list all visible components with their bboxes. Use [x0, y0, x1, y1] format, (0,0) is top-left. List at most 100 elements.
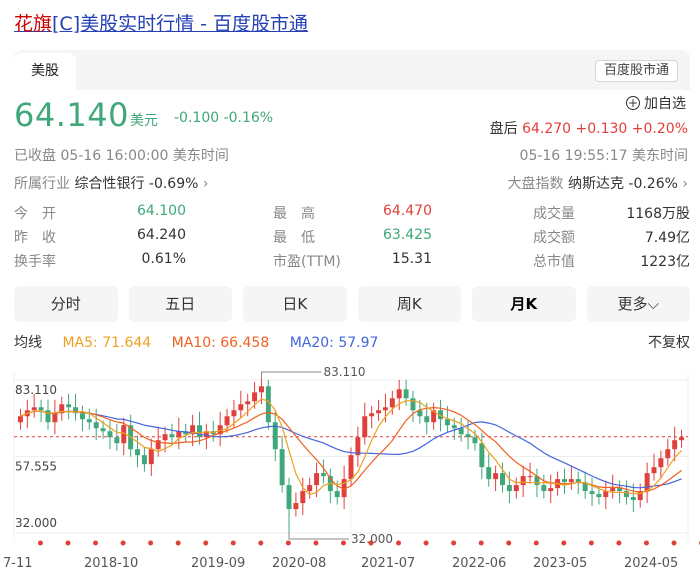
chevron-right-icon: › — [682, 176, 688, 192]
candle-body — [231, 410, 237, 417]
ma5-value: MA5: 71.644 — [62, 335, 152, 351]
currency-label: 美元 — [130, 113, 158, 129]
stats-row: 换手率 0.61% 市盈(TTM) 15.31 总市值 1223亿 — [14, 248, 690, 272]
index-value: 纳斯达克 -0.26% — [567, 176, 678, 192]
candle-body — [224, 416, 230, 426]
candle-body — [665, 449, 671, 459]
kline-chart[interactable]: 83.11032.00083.11057.55532.000 — [0, 360, 700, 556]
candle-body — [17, 416, 23, 423]
page-title[interactable]: 花旗[C]美股实时行情 - 百度股市通 — [14, 9, 308, 36]
adjust-toggle[interactable]: 不复权 — [648, 332, 690, 352]
period-tabs: 分时 五日 日K 周K 月K 更多⌵ — [14, 286, 690, 322]
candle-body — [541, 485, 547, 492]
candle-body — [245, 401, 251, 405]
candle-body — [114, 437, 120, 444]
stat-label: 总市值 — [533, 254, 575, 270]
stats-row: 今 开 64.100 最 高 64.470 成交量 1168万股 — [14, 200, 690, 224]
stat-label: 昨 收 — [14, 230, 56, 246]
candle-body — [658, 458, 664, 468]
candle-body — [293, 503, 299, 510]
candle-body — [596, 494, 602, 498]
tab-five-day[interactable]: 五日 — [128, 286, 232, 322]
stat-value: 0.61% — [141, 251, 186, 267]
dividend-dot — [340, 540, 346, 546]
candle-body — [623, 491, 629, 498]
candle-body — [100, 428, 106, 432]
dividend-dot — [643, 540, 649, 546]
tab-intraday[interactable]: 分时 — [14, 286, 118, 322]
candle-body — [362, 416, 368, 438]
candle-body — [644, 473, 650, 492]
dividend-dot — [396, 540, 402, 546]
index-link[interactable]: 大盘指数 纳斯达克 -0.26% › — [508, 173, 689, 193]
tab-daily-k[interactable]: 日K — [243, 286, 347, 322]
chevron-right-icon: › — [202, 176, 209, 192]
candle-body — [279, 449, 285, 486]
stat-label: 市盈(TTM) — [273, 254, 341, 270]
candle-body — [238, 404, 244, 411]
industry-link[interactable]: 所属行业 综合性银行 -0.69% › — [14, 173, 209, 193]
tab-us-stock[interactable]: 美股 — [14, 53, 76, 90]
stat-label: 最 高 — [273, 206, 315, 222]
candle-body — [300, 491, 306, 504]
dividend-dot — [65, 540, 71, 546]
candle-body — [424, 416, 430, 423]
dividend-dot — [616, 540, 622, 546]
add-watchlist-label: 加自选 — [644, 96, 686, 112]
dividend-dot — [368, 540, 374, 546]
dividend-dot — [203, 540, 209, 546]
add-watchlist-button[interactable]: + 加自选 — [626, 93, 686, 113]
y-tick-label: 83.110 — [15, 383, 57, 397]
price-change: -0.100 -0.16% — [174, 110, 274, 126]
candle-body — [376, 410, 382, 414]
y-tick-label: 57.555 — [15, 460, 57, 474]
x-tick-label: 2021-07 — [361, 556, 416, 571]
stat-label: 今 开 — [14, 206, 56, 222]
ma-legend: 均线 MA5: 71.644 MA10: 66.458 MA20: 57.97 … — [14, 332, 690, 352]
x-tick-label: 2024-05 — [624, 556, 679, 571]
after-hours-quote: 盘后 64.270 +0.130 +0.20% — [490, 118, 688, 138]
candle-body — [458, 428, 464, 435]
stats-row: 昨 收 64.240 最 低 63.425 成交额 7.49亿 — [14, 224, 690, 248]
source-badge[interactable]: 百度股市通 — [594, 60, 678, 82]
candle-body — [506, 485, 512, 492]
industry-label: 所属行业 — [14, 176, 70, 192]
candle-body — [162, 434, 168, 441]
page-title-highlight: 花旗 — [14, 13, 53, 35]
stat-value: 15.31 — [391, 251, 432, 267]
candle-body — [589, 491, 595, 495]
dividend-dot — [120, 540, 126, 546]
dividend-dot — [671, 540, 677, 546]
candle-body — [472, 437, 478, 444]
dividend-dot — [533, 540, 539, 546]
high-marker-label: 83.110 — [323, 365, 365, 379]
candle-body — [486, 467, 492, 480]
tab-more[interactable]: 更多⌵ — [586, 286, 690, 322]
dividend-dot — [451, 540, 457, 546]
candle-body — [520, 476, 526, 486]
candle-body — [562, 479, 567, 483]
market-tab-bar — [14, 50, 690, 90]
stat-label: 成交额 — [533, 230, 575, 246]
stat-label: 最 低 — [273, 230, 315, 246]
candle-body — [169, 434, 175, 438]
tab-monthly-k[interactable]: 月K — [472, 286, 576, 322]
candle-body — [568, 479, 574, 483]
candle-body — [465, 434, 471, 438]
tab-more-label: 更多 — [617, 295, 648, 313]
candle-body — [369, 413, 375, 417]
candle-body — [334, 491, 340, 498]
candle-body — [410, 398, 416, 411]
tab-weekly-k[interactable]: 周K — [357, 286, 461, 322]
candle-body — [314, 473, 320, 486]
low-marker-line — [288, 533, 350, 540]
dividend-dot — [423, 540, 429, 546]
candle-body — [500, 473, 505, 486]
dividend-dot — [313, 540, 319, 546]
dividend-dot — [285, 540, 291, 546]
candle-body — [31, 407, 37, 411]
candle-body — [527, 476, 533, 478]
ma-label: 均线 — [14, 335, 42, 351]
dividend-dot — [588, 540, 594, 546]
candle-body — [479, 443, 485, 468]
